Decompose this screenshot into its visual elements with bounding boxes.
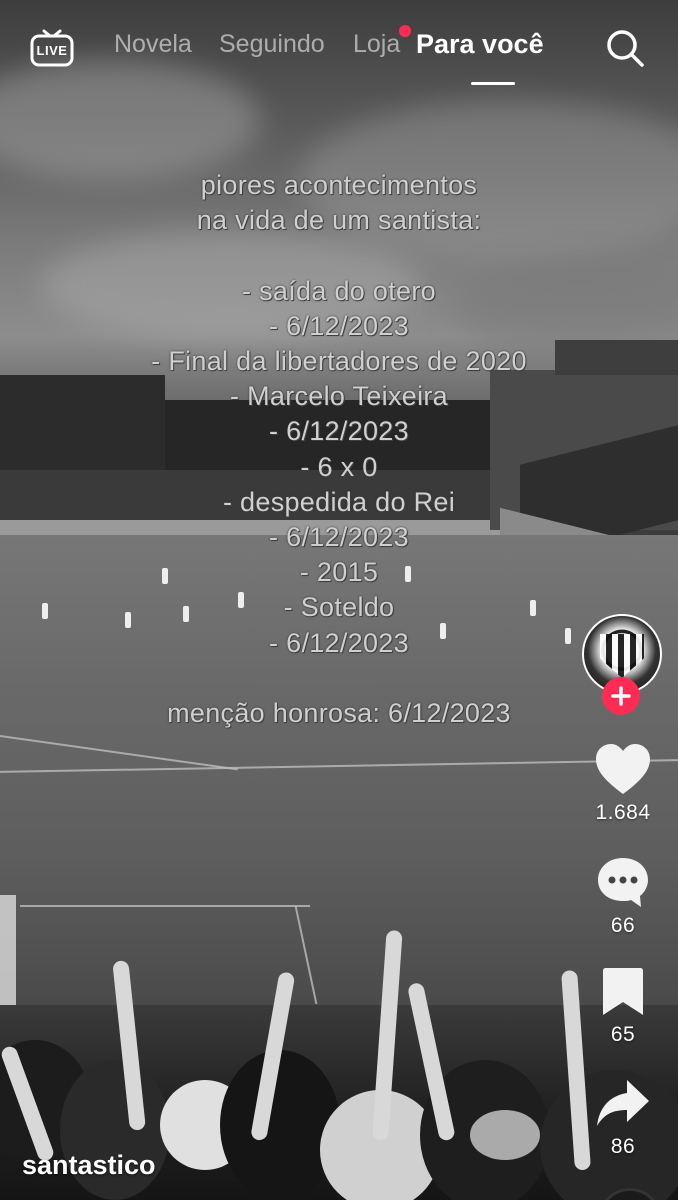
overlay-line — [0, 661, 678, 696]
overlay-line: piores acontecimentos — [200, 170, 478, 200]
tab-novela[interactable]: Novela — [114, 30, 192, 59]
active-tab-indicator — [471, 82, 515, 85]
heart-icon — [596, 744, 650, 794]
notification-dot — [399, 25, 411, 37]
overlay-line: - Marcelo Teixeira — [230, 381, 448, 412]
overlay-line: - 6/12/2023 — [269, 310, 409, 341]
author-username[interactable]: santastico — [22, 1150, 156, 1181]
video-background[interactable]: LIVE Novela Seguindo Loja Para você pior… — [0, 0, 678, 1200]
fan — [220, 1050, 340, 1200]
pitch-line — [0, 759, 678, 773]
comment-count: 66 — [610, 914, 636, 937]
overlay-line: - 6/12/2023 — [269, 416, 409, 447]
tab-loja[interactable]: Loja — [353, 30, 400, 59]
overlay-line: - 6 x 0 — [300, 451, 378, 482]
comment-button[interactable]: 66 — [578, 855, 668, 938]
club-crest-icon — [600, 634, 644, 678]
live-label: LIVE — [36, 43, 68, 58]
comment-icon — [598, 858, 648, 907]
save-button[interactable]: 65 — [578, 966, 668, 1047]
tab-seguindo[interactable]: Seguindo — [219, 30, 325, 59]
overlay-line: menção honrosa: 6/12/2023 — [167, 698, 511, 729]
tab-para-voce[interactable]: Para você — [416, 29, 544, 60]
pitch-line — [0, 735, 238, 771]
overlay-line: - despedida do Rei — [222, 486, 456, 517]
follow-button[interactable] — [602, 677, 640, 715]
save-count: 65 — [610, 1023, 636, 1046]
plus-icon — [611, 686, 631, 706]
bookmark-icon — [603, 968, 643, 1015]
pitch-line — [20, 905, 310, 907]
overlay-line: - Final da libertadores de 2020 — [151, 346, 527, 377]
like-count: 1.684 — [595, 801, 651, 824]
live-button[interactable]: LIVE — [30, 27, 74, 67]
overlay-line: na vida de um santista: — [196, 205, 482, 236]
fan — [470, 1110, 540, 1160]
search-icon — [607, 30, 644, 67]
overlay-line: - 6/12/2023 — [269, 627, 409, 658]
overlay-line — [0, 238, 678, 273]
like-button[interactable]: 1.684 — [578, 742, 668, 825]
top-navigation: LIVE Novela Seguindo Loja Para você — [0, 0, 678, 100]
search-button[interactable] — [604, 27, 646, 69]
overlay-line: - 2015 — [299, 557, 379, 588]
overlay-line: - saída do otero — [242, 275, 436, 306]
overlay-line: - Soteldo — [283, 592, 395, 623]
share-button[interactable]: 86 — [578, 1076, 668, 1159]
overlay-line: - 6/12/2023 — [269, 522, 409, 553]
share-arrow-icon — [597, 1080, 649, 1126]
video-text-overlay: piores acontecimentos na vida de um sant… — [0, 168, 678, 731]
share-count: 86 — [610, 1135, 636, 1158]
